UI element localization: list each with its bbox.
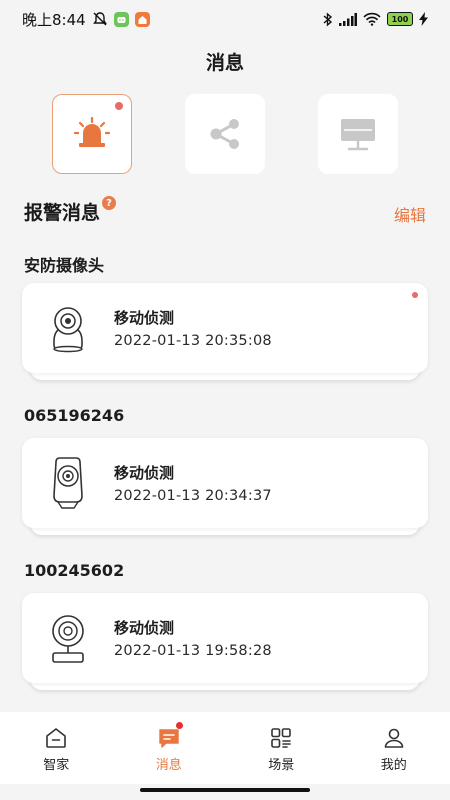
- battery-indicator: 100: [387, 12, 413, 26]
- home-icon: [46, 728, 67, 748]
- nav-label: 智家: [43, 758, 70, 773]
- message-icon: [159, 729, 179, 748]
- status-right: 100: [323, 11, 428, 27]
- camera-icon: [52, 615, 84, 663]
- section-title-text: 报警消息: [24, 202, 101, 224]
- nav-item-messages[interactable]: 消息: [113, 712, 226, 784]
- charging-bolt-icon: [419, 12, 428, 26]
- bottom-nav: 智家 消息 场景 我的: [0, 712, 450, 784]
- message-card[interactable]: 移动侦测 2022-01-13 20:34:37: [22, 438, 428, 528]
- event-name: 移动侦测: [114, 464, 175, 482]
- tab-device-messages[interactable]: [318, 94, 398, 174]
- wifi-icon: [363, 12, 381, 26]
- home-app-icon: [134, 11, 150, 27]
- tab-share-messages[interactable]: [185, 94, 265, 174]
- group-title: 安防摄像头: [24, 256, 105, 275]
- event-name: 移动侦测: [114, 309, 175, 327]
- event-name: 移动侦测: [114, 619, 175, 637]
- grid-icon: [271, 728, 292, 748]
- section-title: 报警消息 ?: [24, 196, 117, 225]
- monitor-icon: [341, 119, 375, 151]
- event-time: 2022-01-13 19:58:28: [114, 643, 272, 659]
- page-title: 消息: [205, 52, 244, 74]
- home-indicator[interactable]: [140, 788, 310, 792]
- message-card[interactable]: 移动侦测 2022-01-13 19:58:28: [22, 593, 428, 683]
- nav-item-scenes[interactable]: 场景: [225, 712, 338, 784]
- user-icon: [384, 728, 404, 748]
- nav-item-profile[interactable]: 我的: [338, 712, 450, 784]
- alarm-siren-icon: [74, 116, 110, 147]
- nav-label: 消息: [155, 758, 182, 773]
- status-bar: 晚上8:44 100: [0, 0, 450, 38]
- nav-item-smart-home[interactable]: 智家: [0, 712, 113, 784]
- group-title: 100245602: [24, 561, 125, 580]
- bluetooth-icon: [323, 11, 333, 27]
- event-time: 2022-01-13 20:35:08: [114, 333, 272, 349]
- help-icon[interactable]: ?: [102, 196, 117, 210]
- camera-icon: [53, 307, 83, 353]
- mute-bell-icon: [92, 12, 107, 26]
- signal-icon: [339, 12, 357, 26]
- share-icon: [210, 119, 239, 149]
- tab-alarm-messages[interactable]: [52, 94, 132, 174]
- edit-button[interactable]: 编辑: [394, 202, 426, 226]
- status-time: 晚上8:44: [22, 10, 86, 29]
- status-left: 晚上8:44: [22, 9, 150, 30]
- nav-label: 我的: [380, 758, 407, 773]
- message-card[interactable]: 移动侦测 2022-01-13 20:35:08: [22, 283, 428, 373]
- event-time: 2022-01-13 20:34:37: [114, 488, 272, 504]
- nav-label: 场景: [268, 758, 295, 773]
- unread-dot: [412, 292, 418, 298]
- unread-dot: [115, 102, 123, 110]
- camera-icon: [53, 457, 83, 509]
- android-app-icon: [113, 11, 129, 27]
- group-title: 065196246: [24, 406, 125, 425]
- unread-dot: [175, 722, 183, 729]
- category-tabs: [0, 94, 450, 174]
